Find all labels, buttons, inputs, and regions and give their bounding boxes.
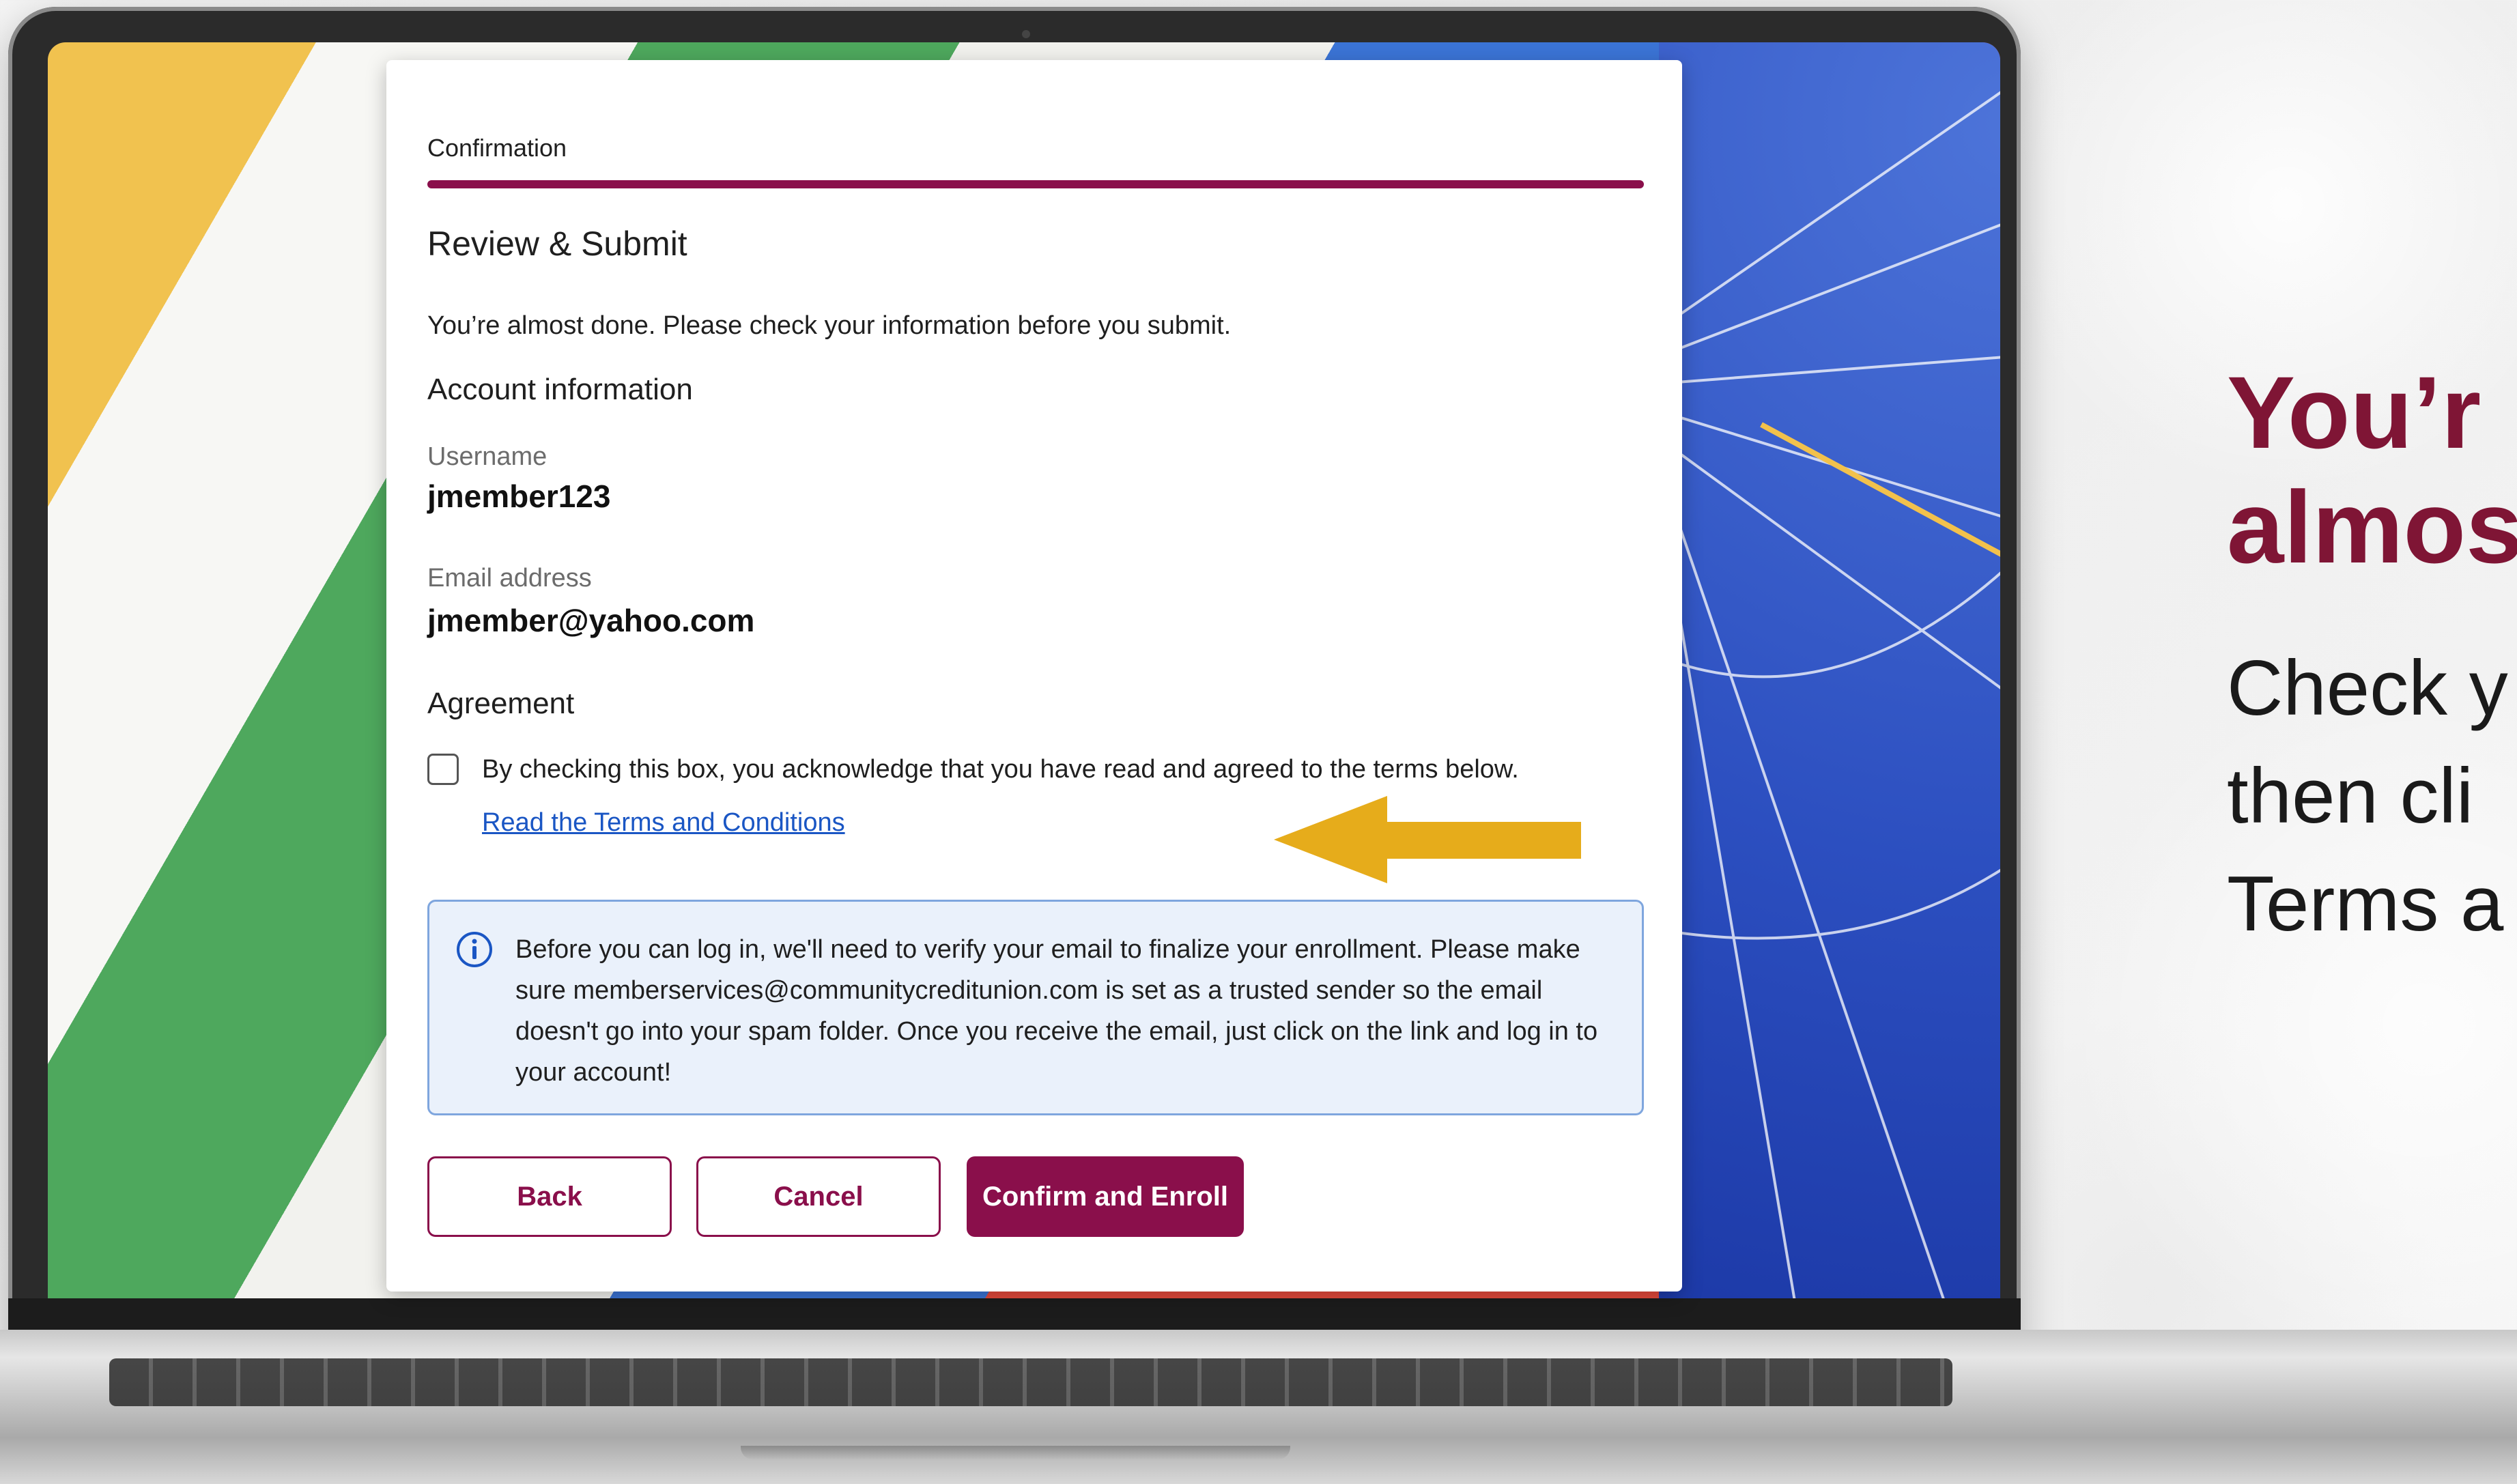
side-body-line-2: then cli (2227, 753, 2474, 840)
laptop-notch (741, 1446, 1290, 1459)
agreement-row: By checking this box, you acknowledge th… (427, 754, 1519, 785)
username-value: jmember123 (427, 479, 611, 514)
laptop-chin (8, 1298, 2021, 1332)
balloon-lines-graphic (1658, 91, 2000, 1305)
side-body-line-3: Terms a (2227, 861, 2504, 947)
info-circle-icon (455, 930, 494, 972)
username-label: Username (427, 442, 548, 471)
email-label: Email address (427, 564, 592, 593)
side-headline-line-2: almos (2227, 470, 2517, 584)
side-body-line-1: Check y (2227, 645, 2508, 732)
intro-text: You’re almost done. Please check your in… (427, 311, 1232, 340)
email-value: jmember@yahoo.com (427, 603, 755, 638)
screen-wallpaper-blue (1658, 42, 2000, 1305)
agreement-text: By checking this box, you acknowledge th… (482, 754, 1519, 784)
side-headline-line-1: You’r (2227, 355, 2482, 470)
back-button[interactable]: Back (427, 1156, 672, 1237)
agreement-checkbox[interactable] (427, 754, 459, 785)
side-headline: You’r almos (2227, 355, 2517, 584)
section-title: Review & Submit (427, 225, 687, 263)
confirm-enroll-button[interactable]: Confirm and Enroll (967, 1156, 1244, 1237)
account-info-heading: Account information (427, 373, 693, 406)
laptop-base (0, 1330, 2517, 1484)
agreement-heading: Agreement (427, 687, 575, 720)
step-label: Confirmation (427, 134, 567, 162)
side-body-text: Check y then cli Terms a (2227, 635, 2508, 958)
progress-bar (427, 180, 1644, 188)
camera-icon (1022, 30, 1030, 38)
info-text: Before you can log in, we'll need to ver… (515, 935, 1598, 1087)
terms-link[interactable]: Read the Terms and Conditions (482, 808, 845, 838)
cancel-button[interactable]: Cancel (696, 1156, 941, 1237)
info-box: Before you can log in, we'll need to ver… (427, 900, 1644, 1115)
enrollment-dialog: Confirmation Review & Submit You’re almo… (386, 60, 1682, 1292)
laptop-keyboard (109, 1358, 1952, 1406)
arrow-left-icon (1274, 796, 1581, 888)
